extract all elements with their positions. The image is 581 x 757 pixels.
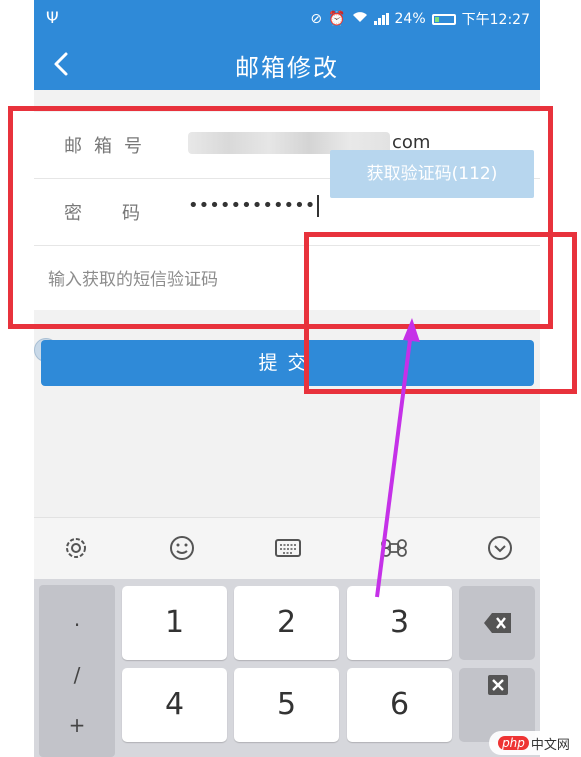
annotation-arrow: [375, 318, 420, 598]
php-logo: php: [498, 736, 529, 750]
watermark-text: 中文网: [530, 737, 570, 753]
site-watermark: php 中文网: [489, 731, 579, 755]
